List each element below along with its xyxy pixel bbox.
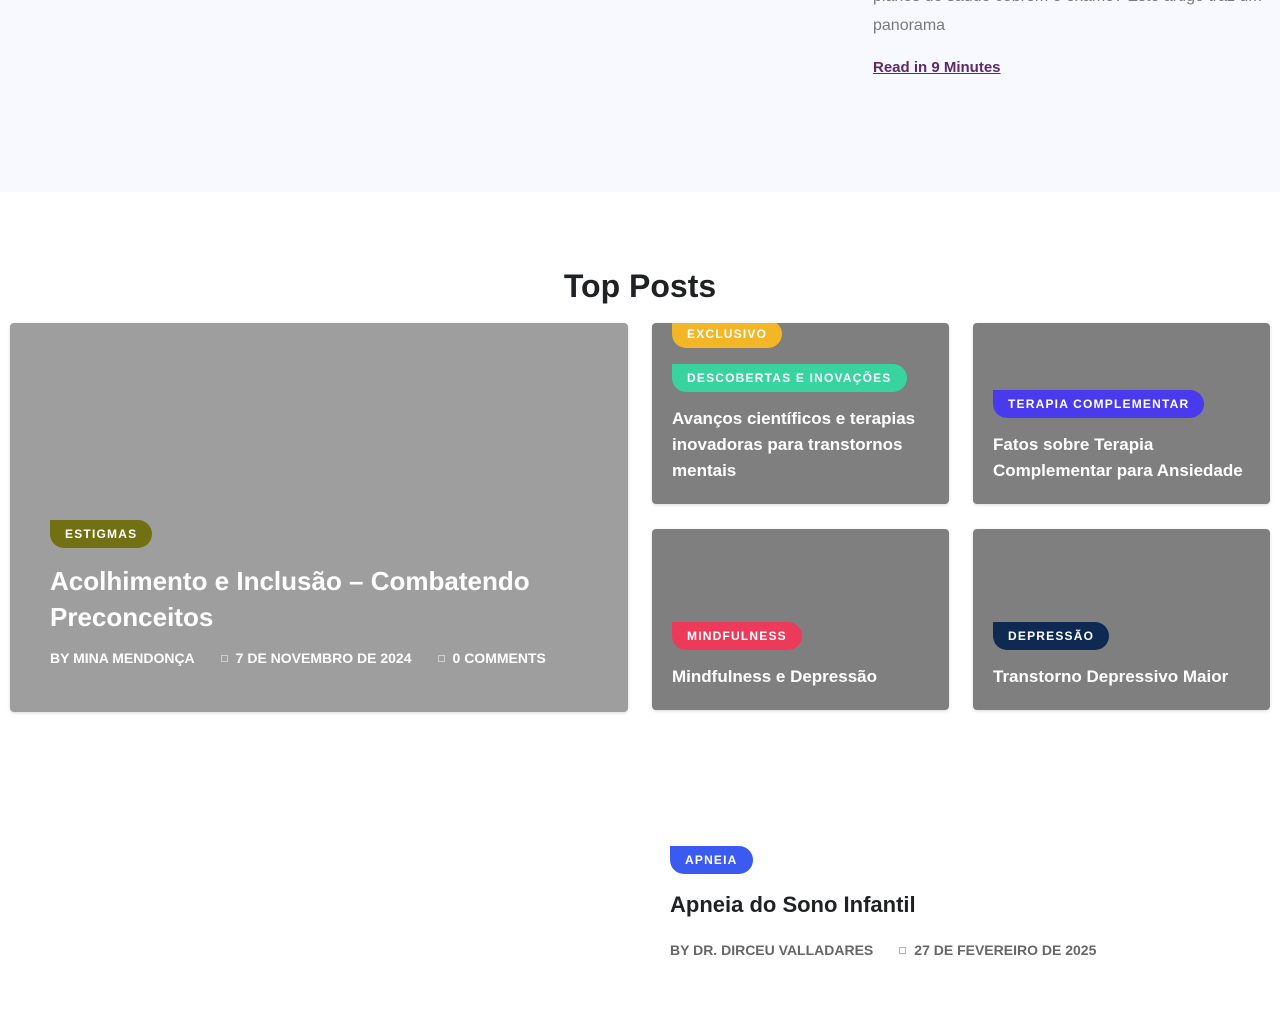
category-badge[interactable]: Estigmas bbox=[50, 520, 153, 548]
comment-icon bbox=[437, 654, 445, 662]
post-date: 27 DE FEVEREIRO DE 2025 bbox=[914, 942, 1097, 958]
section-title-top-posts: Top Posts bbox=[563, 268, 717, 304]
post-card-title[interactable]: Avanços científicos e terapias inovadora… bbox=[672, 406, 932, 484]
category-badge[interactable]: Mindfulness bbox=[672, 622, 802, 650]
calendar-icon bbox=[220, 654, 228, 662]
post-card-title[interactable]: Fatos sobre Terapia Complementar para An… bbox=[993, 432, 1253, 484]
read-more-link[interactable]: Read in 9 Minutes bbox=[873, 59, 1001, 76]
post-comments[interactable]: 0 COMMENTS bbox=[453, 650, 546, 666]
post-card-title[interactable]: Mindfulness e Depressão bbox=[672, 664, 932, 690]
post-thumbnail[interactable] bbox=[10, 826, 628, 1026]
post-author[interactable]: BY MINA MENDONÇA bbox=[50, 650, 195, 666]
post-card[interactable]: Terapia Complementar Fatos sobre Terapia… bbox=[973, 323, 1270, 504]
category-badge[interactable]: Descobertas e Inovações bbox=[672, 364, 907, 392]
post-date: 7 DE NOVEMBRO DE 2024 bbox=[235, 650, 412, 666]
previous-post-band: planos de saúde cobrem o exame? Este art… bbox=[0, 0, 1280, 192]
post-card-title[interactable]: Transtorno Depressivo Maior bbox=[993, 664, 1253, 690]
category-badge[interactable]: Exclusivo bbox=[672, 323, 783, 348]
category-badge[interactable]: Depressão bbox=[993, 622, 1110, 650]
featured-post-title[interactable]: Acolhimento e Inclusão – Combatendo Prec… bbox=[50, 563, 590, 635]
featured-post-card[interactable]: Estigmas Acolhimento e Inclusão – Combat… bbox=[10, 323, 628, 712]
post-meta: BY MINA MENDONÇA 7 DE NOVEMBRO DE 2024 0… bbox=[50, 650, 546, 666]
category-badge[interactable]: Apneia bbox=[670, 846, 753, 874]
post-title[interactable]: Apneia do Sono Infantil bbox=[670, 892, 916, 918]
calendar-icon bbox=[899, 946, 907, 954]
post-meta: BY DR. DIRCEU VALLADARES 27 DE FEVEREIRO… bbox=[670, 942, 1096, 958]
post-author[interactable]: BY DR. DIRCEU VALLADARES bbox=[670, 942, 873, 958]
post-card[interactable]: Mindfulness Mindfulness e Depressão bbox=[652, 529, 949, 710]
post-card[interactable]: Depressão Transtorno Depressivo Maior bbox=[973, 529, 1270, 710]
category-badge[interactable]: Terapia Complementar bbox=[993, 390, 1205, 418]
post-excerpt: planos de saúde cobrem o exame? Este art… bbox=[873, 0, 1262, 34]
post-card[interactable]: Exclusivo Descobertas e Inovações Avanço… bbox=[652, 323, 949, 504]
